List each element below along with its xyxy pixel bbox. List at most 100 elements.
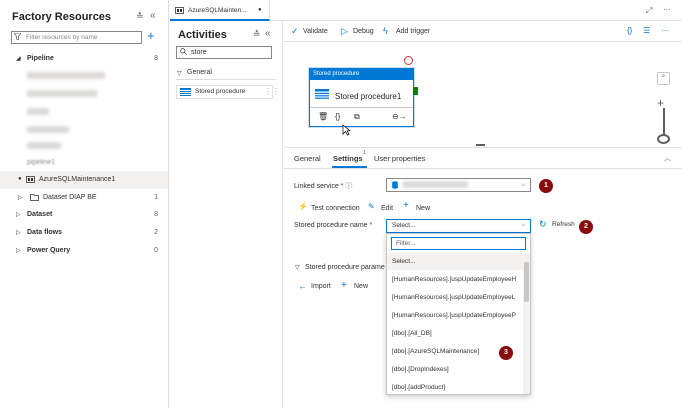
tree-item-count: 2 — [154, 229, 158, 236]
import-button[interactable]: Import — [311, 283, 331, 290]
play-icon: ▷ — [341, 26, 348, 36]
collapse-panel-icon[interactable]: « — [150, 10, 156, 21]
validate-button[interactable]: Validate — [303, 28, 328, 35]
sp-name-label: Stored procedure name * — [294, 222, 373, 229]
folder-icon — [30, 194, 39, 201]
copy-icon[interactable]: ⧉ — [354, 112, 360, 122]
linked-service-label-text: Linked service — [294, 183, 339, 190]
activities-group-general[interactable]: General — [187, 69, 212, 76]
delete-icon[interactable]: 🗑 — [318, 112, 328, 121]
tree-item-label: AzureSQLMaintenance1 — [39, 176, 116, 183]
activity-item-label: Stored procedure — [195, 88, 246, 95]
sp-name-label-text: Stored procedure name — [294, 222, 368, 229]
database-icon — [392, 181, 398, 189]
chevron-down-icon[interactable]: ▽ — [295, 264, 300, 271]
resize-handle[interactable] — [476, 144, 485, 146]
caret-right-icon: ▷ — [16, 230, 21, 236]
node-label: Stored procedure1 — [335, 92, 402, 101]
zoom-slider-thumb[interactable] — [657, 134, 670, 144]
chevron-down-icon: ⌵ — [521, 221, 526, 228]
add-resource-button[interactable]: + — [147, 28, 155, 43]
checkmark-icon: ✓ — [291, 26, 299, 36]
dot-icon: ● — [18, 176, 22, 182]
chevron-down-icon: ⌵ — [521, 181, 526, 188]
refresh-button[interactable]: Refresh — [552, 221, 575, 228]
more-icon[interactable]: ··· — [663, 5, 671, 14]
tab-general[interactable]: General — [294, 154, 321, 163]
tree-item-data-flows[interactable]: ▷ Data flows 2 — [0, 224, 168, 242]
tree-item-dataset-diap-be[interactable]: ▷ Dataset DIAP BE 1 — [0, 189, 168, 207]
dropdown-option[interactable]: [dbo].[DropIndexes] — [387, 361, 523, 378]
code-icon[interactable]: {} — [335, 112, 340, 121]
caret-right-icon: ▷ — [16, 248, 21, 254]
tree-item-pipeline[interactable]: ◢ Pipeline 8 — [0, 50, 168, 68]
success-output-handle[interactable] — [413, 87, 418, 95]
test-connection-button[interactable]: Test connection — [311, 205, 360, 212]
caret-right-icon: ▷ — [16, 212, 21, 218]
blurred-linked-service-value — [403, 181, 468, 188]
dropdown-scrollbar-thumb[interactable] — [524, 262, 529, 302]
tree-item-azuresqlmaintenance1[interactable]: ● AzureSQLMaintenance1 — [0, 171, 168, 189]
output-arrow-icon[interactable]: ⊖→ — [392, 112, 407, 121]
add-trigger-button[interactable]: Add trigger — [396, 28, 430, 35]
add-icon: + — [341, 280, 347, 291]
dropdown-option[interactable]: [HumanResources].[uspUpdateEmployeeH — [387, 271, 523, 288]
dropdown-option[interactable]: [dbo].[addProduct] — [387, 379, 523, 396]
dropdown-option[interactable]: [HumanResources].[uspUpdateEmployeeL — [387, 289, 523, 306]
step-badge-2: 2 — [579, 220, 593, 234]
new-button[interactable]: New — [416, 205, 430, 212]
tree-item-label: Dataset — [27, 211, 53, 218]
tree-item-count: 0 — [154, 247, 158, 254]
chevron-down-icon[interactable]: ▽ — [177, 70, 182, 77]
divider — [176, 79, 276, 80]
tree-item-count: 1 — [154, 194, 158, 201]
trigger-icon: ϟ — [383, 26, 388, 36]
caret-down-icon: ◢ — [16, 56, 21, 62]
tab-user-properties[interactable]: User properties — [374, 154, 425, 163]
collapse-panel-icon[interactable]: « — [265, 28, 271, 39]
filter-resources-input[interactable]: Filter resources by name — [11, 31, 142, 44]
refresh-icon: ↻ — [539, 219, 547, 229]
collapse-all-icon[interactable]: ≛ — [253, 29, 261, 40]
drag-grip-icon[interactable]: ⋮⋮ — [264, 87, 280, 96]
dropdown-option[interactable]: [HumanResources].[uspUpdateEmployeeP — [387, 307, 523, 324]
tree-item-dataset[interactable]: ▷ Dataset 8 — [0, 206, 168, 224]
more-icon[interactable]: ··· — [661, 26, 669, 35]
tree-item-power-query[interactable]: ▷ Power Query 0 — [0, 242, 168, 260]
properties-icon[interactable]: ☰ — [643, 26, 650, 35]
tree-item-label: Data flows — [27, 229, 63, 236]
caret-right-icon: ▷ — [18, 195, 23, 201]
factory-resources-title: Factory Resources — [12, 11, 112, 23]
expand-icon[interactable]: ⤢ — [646, 6, 652, 16]
tab-settings[interactable]: Settings — [333, 154, 363, 163]
import-icon: ← — [298, 281, 307, 291]
step-badge-1: 1 — [539, 179, 553, 193]
code-icon[interactable]: {} — [627, 26, 632, 35]
sp-parameters-section[interactable]: Stored procedure parame — [305, 264, 385, 271]
edit-icon: ✎ — [368, 202, 375, 211]
edit-button[interactable]: Edit — [381, 205, 393, 212]
node-header: Stored procedure — [310, 69, 413, 80]
dropdown-filter-input[interactable]: Filter... — [391, 237, 526, 250]
step-badge-3: 3 — [499, 346, 513, 360]
activities-search-input[interactable]: store — [176, 46, 272, 59]
search-icon[interactable]: ⌕ — [657, 72, 670, 85]
tree-item-label: pipeline1 — [27, 159, 56, 166]
info-icon: ⓘ — [345, 183, 353, 190]
tree-item-pipeline1[interactable]: pipeline1 — [0, 154, 168, 172]
debug-button[interactable]: Debug — [353, 28, 374, 35]
tree-item-count: 8 — [154, 55, 158, 62]
pipeline-icon — [26, 176, 35, 183]
collapse-all-icon[interactable]: ≛ — [136, 11, 144, 22]
chevron-up-icon[interactable]: ︿ — [664, 153, 671, 163]
blurred-pipeline-list — [0, 68, 168, 168]
plug-icon: ⚡ — [298, 202, 308, 211]
dropdown-option[interactable]: [dbo].[All_DB] — [387, 325, 523, 342]
filter-icon — [14, 33, 21, 40]
error-output-handle[interactable] — [404, 56, 413, 65]
divider — [310, 107, 413, 108]
add-icon: + — [403, 200, 409, 211]
new-parameter-button[interactable]: New — [354, 283, 368, 290]
tree-item-label: Dataset DIAP BE — [43, 194, 97, 201]
dropdown-option[interactable]: Select... — [387, 253, 523, 270]
